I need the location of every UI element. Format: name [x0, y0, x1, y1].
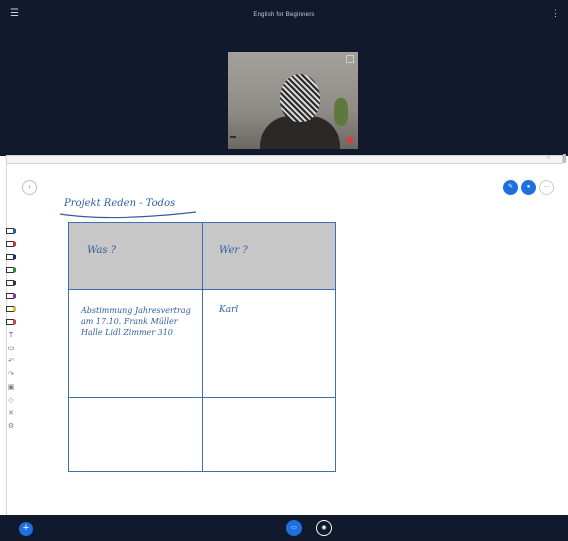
plus-icon[interactable]: +	[19, 522, 33, 536]
table-cell-owner: Karl	[219, 305, 239, 315]
table-header-what: Was ?	[87, 245, 117, 256]
table-row-divider	[69, 289, 335, 290]
microphone-icon[interactable]: ◉	[316, 520, 332, 536]
heading-underline	[59, 211, 197, 219]
table-header-who: Wer ?	[219, 245, 248, 256]
table-row-divider	[69, 397, 335, 398]
table-column-divider	[202, 223, 203, 471]
share-screen-icon[interactable]: ▭	[286, 520, 302, 536]
table-cell-task: Abstimmung Jahresvertrag am 17.10. Frank…	[81, 306, 191, 337]
bottom-bar: + ▭ ◉	[0, 515, 568, 541]
todo-table: Was ? Wer ? Abstimmung Jahresvertrag am …	[68, 222, 336, 472]
whiteboard-heading: Projekt Reden - Todos	[63, 198, 175, 209]
